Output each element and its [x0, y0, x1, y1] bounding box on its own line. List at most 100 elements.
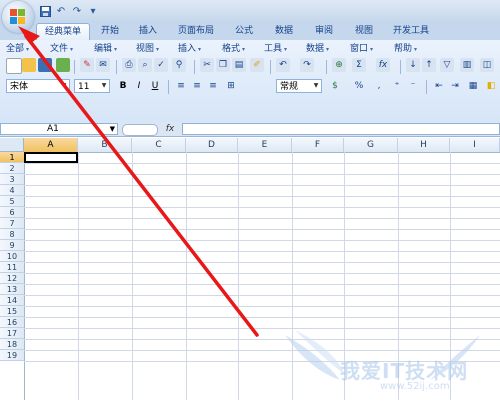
menu-window[interactable]: 窗口 ▾ — [350, 42, 373, 56]
menu-insert[interactable]: 插入 ▾ — [178, 42, 201, 56]
currency-icon[interactable]: $ — [328, 79, 342, 93]
decrease-indent-icon[interactable]: ⇤ — [432, 79, 446, 93]
menu-edit[interactable]: 编辑 ▾ — [94, 42, 117, 56]
sort-ascending-icon[interactable]: ↓ — [406, 58, 420, 72]
open-folder-icon[interactable] — [22, 58, 36, 72]
column-header-i[interactable]: I — [450, 138, 500, 152]
number-format-combo[interactable]: 常规 ▼ — [276, 79, 322, 93]
percent-button[interactable]: % — [352, 79, 366, 93]
font-size-combo[interactable]: 11 ▼ — [74, 79, 110, 93]
tab-classic-menu[interactable]: 经典菜单 — [36, 23, 90, 41]
column-header-h[interactable]: H — [398, 138, 450, 152]
row-header[interactable]: 5 — [0, 196, 24, 207]
save-toolbar-icon[interactable] — [38, 58, 52, 72]
row-header[interactable]: 8 — [0, 229, 24, 240]
bold-button[interactable]: B — [116, 79, 130, 93]
row-header[interactable]: 7 — [0, 218, 24, 229]
align-center-icon[interactable]: ≡ — [190, 79, 204, 93]
row-header[interactable]: 16 — [0, 317, 24, 328]
tab-view[interactable]: 视图 — [350, 22, 378, 40]
row-header[interactable]: 18 — [0, 339, 24, 350]
increase-indent-icon[interactable]: ⇥ — [448, 79, 462, 93]
column-header-c[interactable]: C — [132, 138, 186, 152]
paste-icon[interactable]: ▤ — [232, 58, 246, 72]
align-right-icon[interactable]: ≡ — [206, 79, 220, 93]
italic-button[interactable]: I — [132, 79, 146, 93]
fill-color-icon[interactable]: ◧ — [484, 79, 498, 93]
merge-center-icon[interactable]: ⊞ — [224, 79, 238, 93]
save-icon[interactable] — [38, 4, 52, 18]
column-header-g[interactable]: G — [344, 138, 398, 152]
chart-icon[interactable]: ▥ — [460, 58, 474, 72]
column-header-e[interactable]: E — [238, 138, 292, 152]
redo-icon[interactable]: ↷ — [70, 4, 84, 18]
format-painter-icon[interactable]: ✐ — [250, 58, 264, 72]
undo-toolbar-icon[interactable]: ↶ — [276, 58, 290, 72]
row-header[interactable]: 11 — [0, 262, 24, 273]
selected-cell-a1[interactable] — [24, 152, 78, 163]
tab-insert[interactable]: 插入 — [134, 22, 162, 40]
insert-function-button[interactable]: fx — [160, 122, 180, 136]
tab-page-layout[interactable]: 页面布局 — [172, 22, 220, 40]
office-button[interactable] — [2, 1, 34, 33]
menu-data[interactable]: 数据 ▾ — [306, 42, 329, 56]
row-header[interactable]: 9 — [0, 240, 24, 251]
row-header[interactable]: 4 — [0, 185, 24, 196]
hyperlink-icon[interactable]: ⊕ — [332, 58, 346, 72]
row-header[interactable]: 12 — [0, 273, 24, 284]
font-size-dropdown-icon[interactable]: ▼ — [99, 80, 109, 92]
pdf-icon[interactable]: ✎ — [80, 58, 94, 72]
tab-home[interactable]: 开始 — [96, 22, 124, 40]
customize-qat-icon[interactable]: ▾ — [86, 4, 100, 18]
align-left-icon[interactable]: ≡ — [174, 79, 188, 93]
tab-formulas[interactable]: 公式 — [230, 22, 258, 40]
copy-icon[interactable]: ❐ — [216, 58, 230, 72]
permission-icon[interactable] — [56, 58, 70, 72]
row-header[interactable]: 3 — [0, 174, 24, 185]
cut-icon[interactable]: ✂ — [200, 58, 214, 72]
comma-button[interactable]: , — [372, 79, 386, 93]
formula-input[interactable] — [182, 123, 500, 135]
name-box[interactable]: A1 ▼ — [0, 123, 118, 135]
row-header[interactable]: 10 — [0, 251, 24, 262]
print-icon[interactable]: ⎙ — [122, 58, 136, 72]
spelling-icon[interactable]: ✓ — [154, 58, 168, 72]
menu-view[interactable]: 视图 ▾ — [136, 42, 159, 56]
row-header[interactable]: 1 — [0, 152, 24, 163]
font-name-combo[interactable]: 宋体 ▼ — [6, 79, 70, 93]
new-file-icon[interactable] — [6, 58, 22, 74]
column-header-b[interactable]: B — [78, 138, 132, 152]
row-header[interactable]: 2 — [0, 163, 24, 174]
decrease-decimal-icon[interactable]: ⁻ — [406, 79, 420, 93]
row-header[interactable]: 19 — [0, 350, 24, 361]
autosum-icon[interactable]: Σ — [352, 58, 366, 72]
undo-icon[interactable]: ↶ — [54, 4, 68, 18]
menu-format[interactable]: 格式 ▾ — [222, 42, 245, 56]
formula-expand-handle[interactable] — [122, 124, 158, 136]
column-header-f[interactable]: F — [292, 138, 344, 152]
row-header[interactable]: 17 — [0, 328, 24, 339]
row-header[interactable]: 6 — [0, 207, 24, 218]
sort-descending-icon[interactable]: ↑ — [422, 58, 436, 72]
number-format-dropdown-icon[interactable]: ▼ — [311, 80, 321, 92]
increase-decimal-icon[interactable]: ⁺ — [390, 79, 404, 93]
tab-review[interactable]: 审阅 — [310, 22, 338, 40]
menu-tools[interactable]: 工具 ▾ — [264, 42, 287, 56]
select-all-corner[interactable] — [0, 138, 24, 152]
underline-button[interactable]: U — [148, 79, 162, 93]
tab-developer[interactable]: 开发工具 — [388, 22, 434, 40]
name-box-dropdown-icon[interactable]: ▼ — [110, 124, 115, 135]
redo-toolbar-icon[interactable]: ↷ — [300, 58, 314, 72]
row-header[interactable]: 14 — [0, 295, 24, 306]
column-header-a[interactable]: A — [24, 138, 78, 152]
row-header[interactable]: 15 — [0, 306, 24, 317]
drawing-icon[interactable]: ◫ — [480, 58, 494, 72]
menu-all[interactable]: 全部 ▾ — [6, 42, 29, 56]
insert-function-icon[interactable]: fx — [376, 58, 390, 72]
filter-icon[interactable]: ▽ — [440, 58, 454, 72]
row-header[interactable]: 13 — [0, 284, 24, 295]
column-header-d[interactable]: D — [186, 138, 238, 152]
print-preview-icon[interactable]: ⌕ — [138, 58, 152, 72]
research-icon[interactable]: ⚲ — [172, 58, 186, 72]
menu-file[interactable]: 文件 ▾ — [50, 42, 73, 56]
